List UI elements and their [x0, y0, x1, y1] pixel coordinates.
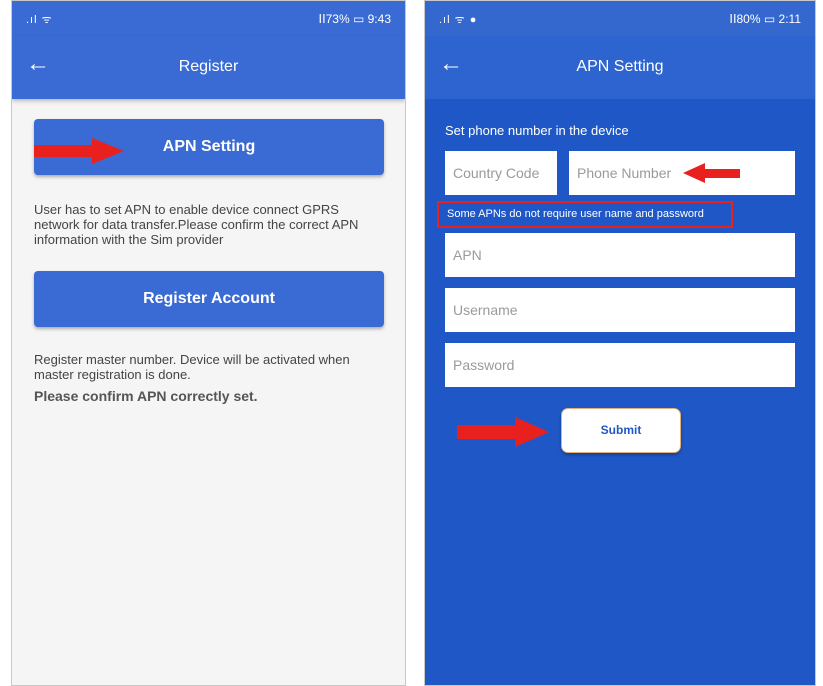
phone-number-placeholder: Phone Number [577, 165, 672, 181]
submit-button[interactable]: Submit [561, 408, 681, 453]
status-bar: .ıl ᯤ ● ⅠⅠ80% ▭ 2:11 [425, 1, 815, 36]
signal-indicator: .ıl ᯤ [26, 14, 53, 26]
username-input[interactable]: Username [445, 288, 795, 332]
page-title: APN Setting [576, 58, 664, 75]
username-placeholder: Username [453, 302, 518, 318]
register-account-button-label: Register Account [143, 290, 275, 307]
apn-notice: Some APNs do not require user name and p… [437, 201, 733, 228]
submit-button-label: Submit [600, 423, 642, 437]
register-screen: .ıl ᯤ ⅠⅠ73% ▭ 9:43 ← Register APN Settin… [11, 0, 406, 686]
red-arrow-icon [457, 417, 549, 447]
register-account-button[interactable]: Register Account [34, 271, 384, 327]
red-arrow-icon [683, 163, 740, 183]
confirm-apn-note: Please confirm APN correctly set. [34, 388, 258, 404]
password-input[interactable]: Password [445, 343, 795, 387]
apn-setting-screen: .ıl ᯤ ● ⅠⅠ80% ▭ 2:11 ← APN Setting Set p… [424, 0, 816, 686]
apn-placeholder: APN [453, 247, 482, 263]
apn-setting-button-label: APN Setting [162, 138, 256, 155]
battery-time-indicator: ⅠⅠ80% ▭ 2:11 [729, 12, 801, 26]
app-bar: ← APN Setting [425, 36, 815, 99]
app-bar: ← Register [12, 36, 405, 99]
phone-number-input[interactable]: Phone Number [569, 151, 795, 195]
country-code-placeholder: Country Code [453, 165, 540, 181]
apn-input[interactable]: APN [445, 233, 795, 277]
password-placeholder: Password [453, 357, 515, 373]
apn-description: User has to set APN to enable device con… [34, 202, 359, 247]
status-bar: .ıl ᯤ ⅠⅠ73% ▭ 9:43 [12, 1, 405, 36]
signal-indicator: .ıl ᯤ ● [439, 14, 478, 26]
set-phone-number-label: Set phone number in the device [445, 123, 629, 138]
page-title: Register [178, 58, 239, 75]
country-code-input[interactable]: Country Code [445, 151, 557, 195]
red-arrow-icon [34, 138, 124, 164]
register-description: Register master number. Device will be a… [34, 352, 350, 382]
battery-time-indicator: ⅠⅠ73% ▭ 9:43 [318, 12, 391, 26]
